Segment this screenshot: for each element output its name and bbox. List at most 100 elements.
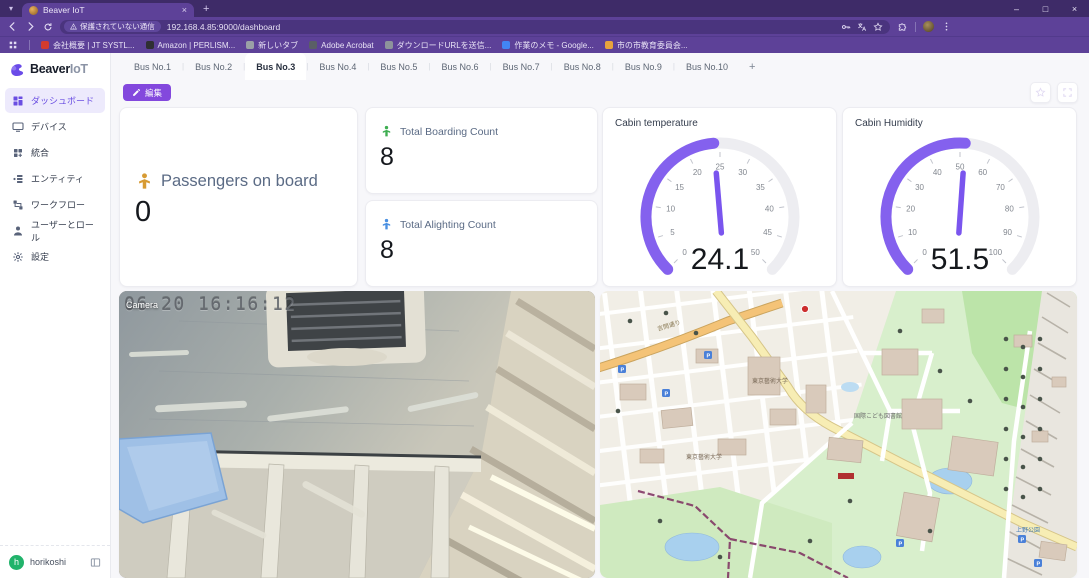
sidebar-item-workflow[interactable]: ワークフロー: [5, 192, 105, 217]
sidebar-item-integration[interactable]: 統合: [5, 140, 105, 165]
apps-grid-icon[interactable]: [8, 40, 18, 50]
bookmark-item[interactable]: ダウンロードURLを送信...: [385, 40, 492, 51]
svg-text:90: 90: [1003, 228, 1012, 237]
svg-text:20: 20: [692, 168, 701, 177]
tab-close-icon[interactable]: ×: [182, 5, 187, 15]
minimize-button[interactable]: –: [1002, 0, 1031, 17]
sidebar-item-users[interactable]: ユーザーとロール: [5, 218, 105, 243]
gauge-needle: [716, 173, 721, 233]
password-key-icon[interactable]: [841, 22, 851, 32]
svg-text:10: 10: [666, 205, 675, 214]
bookmark-item[interactable]: 作業のメモ - Google...: [502, 40, 594, 51]
bookmark-star-icon[interactable]: [873, 22, 883, 32]
tab-search-icon[interactable]: ▾: [0, 0, 22, 17]
tree-icon: [1004, 457, 1009, 462]
tree-icon: [1021, 345, 1026, 350]
sidebar-item-devices[interactable]: デバイス: [5, 114, 105, 139]
dashboard-tab-bar: Bus No.1|Bus No.2|Bus No.3|Bus No.4|Bus …: [112, 53, 1089, 80]
svg-text:P: P: [1021, 538, 1025, 544]
url-text: 192.168.4.85:9000/dashboard: [167, 22, 835, 32]
sidebar-item-label: デバイス: [31, 120, 67, 133]
tree-icon: [1004, 337, 1009, 342]
security-chip-label: 保護されていない通信: [80, 21, 155, 32]
forward-icon[interactable]: [25, 21, 36, 32]
close-button[interactable]: ×: [1060, 0, 1089, 17]
sidebar-user-row[interactable]: h horikoshi: [0, 545, 110, 578]
map-label: 上野公園: [1016, 526, 1040, 534]
new-tab-button[interactable]: +: [203, 3, 209, 15]
tree-icon: [928, 529, 933, 534]
browser-tab-strip: ▾ Beaver IoT × + –□×: [0, 0, 1089, 17]
gauge-value: 24.1: [690, 243, 748, 276]
translate-icon[interactable]: [857, 22, 867, 32]
dashboard-tab[interactable]: Bus No.5: [369, 53, 428, 80]
map-label: 東京藝術大学: [686, 453, 722, 461]
bookmark-item[interactable]: 市の市教育委員会...: [605, 40, 688, 51]
tree-icon: [938, 369, 943, 374]
profile-avatar[interactable]: [923, 21, 934, 32]
map-widget[interactable]: P P P P P P 言問通り東京藝術大学東京藝術大学国際こども図書館上野公園: [600, 291, 1077, 578]
dashboard-main: Bus No.1|Bus No.2|Bus No.3|Bus No.4|Bus …: [112, 53, 1089, 578]
dashboard-tab[interactable]: Bus No.7: [492, 53, 551, 80]
bookmark-label: 市の市教育委員会...: [617, 40, 688, 51]
entity-icon: [12, 173, 24, 185]
menu-kebab-icon[interactable]: [941, 21, 952, 32]
beaver-favicon-icon: [29, 6, 38, 15]
gauge-chart: 010203040506070809010051.5: [850, 125, 1070, 277]
svg-text:45: 45: [763, 228, 772, 237]
reload-icon[interactable]: [43, 22, 53, 32]
svg-text:P: P: [665, 392, 669, 398]
security-chip[interactable]: 保護されていない通信: [64, 21, 161, 32]
pencil-icon: [132, 88, 141, 97]
total-alighting-count-card: Total Alighting Count 8: [365, 200, 598, 287]
dashboard-tab[interactable]: Bus No.6: [431, 53, 490, 80]
card-title: Total Boarding Count: [400, 126, 498, 138]
address-bar[interactable]: 保護されていない通信 192.168.4.85:9000/dashboard: [60, 20, 890, 34]
svg-text:20: 20: [906, 205, 915, 214]
beaver-logo-icon: [9, 62, 26, 76]
maximize-button[interactable]: □: [1031, 0, 1060, 17]
map-image: P P P P P P 言問通り東京藝術大学東京藝術大学国際こども図書館上野公園: [600, 291, 1077, 578]
sidebar-item-label: 統合: [31, 146, 49, 159]
user-avatar: h: [9, 555, 24, 570]
sidebar-item-gear[interactable]: 設定: [5, 244, 105, 269]
dashboard-tab[interactable]: Bus No.4: [308, 53, 367, 80]
browser-tab[interactable]: Beaver IoT ×: [22, 3, 194, 17]
sidebar-item-label: ユーザーとロール: [31, 218, 98, 244]
tree-icon: [1038, 397, 1043, 402]
dashboard-tab[interactable]: Bus No.2: [184, 53, 243, 80]
sidebar-item-dashboard[interactable]: ダッシュボード: [5, 88, 105, 113]
back-icon[interactable]: [7, 21, 18, 32]
tree-icon: [1021, 465, 1026, 470]
dashboard-tab[interactable]: Bus No.8: [553, 53, 612, 80]
favorite-star-button[interactable]: [1030, 82, 1051, 103]
bookmark-item[interactable]: 会社概要 | JT SYSTL...: [41, 40, 135, 51]
bookmark-favicon-icon: [385, 41, 393, 49]
bookmark-label: 作業のメモ - Google...: [514, 40, 594, 51]
bookmark-item[interactable]: Amazon | PERLISM...: [146, 40, 236, 51]
svg-text:P: P: [621, 368, 625, 374]
bookmark-item[interactable]: Adobe Acrobat: [309, 40, 373, 51]
bookmark-label: Adobe Acrobat: [321, 41, 373, 50]
bookmark-item[interactable]: 新しいタブ: [246, 40, 298, 51]
dashboard-tab[interactable]: Bus No.9: [614, 53, 673, 80]
dashboard-tab[interactable]: Bus No.10: [675, 53, 739, 80]
dashboard-tab[interactable]: Bus No.1: [123, 53, 182, 80]
tree-icon: [968, 399, 973, 404]
sidebar-collapse-icon[interactable]: [90, 557, 101, 568]
cabin-temperature-gauge-card: Cabin temperature 0510152025303540455024…: [602, 107, 837, 287]
app-logo[interactable]: BeaverIoT: [0, 53, 110, 87]
edit-button[interactable]: 編集: [123, 84, 171, 101]
tree-icon: [898, 329, 903, 334]
add-dashboard-tab-button[interactable]: +: [739, 53, 765, 80]
dashboard-tab[interactable]: Bus No.3: [245, 53, 306, 80]
sidebar-item-entity[interactable]: エンティティ: [5, 166, 105, 191]
gauge-needle: [958, 173, 962, 233]
tree-icon: [1004, 367, 1009, 372]
toolbar-divider: [915, 22, 916, 32]
total-boarding-count-card: Total Boarding Count 8: [365, 107, 598, 194]
extensions-puzzle-icon[interactable]: [897, 21, 908, 32]
tree-icon: [1038, 457, 1043, 462]
svg-text:5: 5: [670, 228, 675, 237]
fullscreen-button[interactable]: [1057, 82, 1078, 103]
